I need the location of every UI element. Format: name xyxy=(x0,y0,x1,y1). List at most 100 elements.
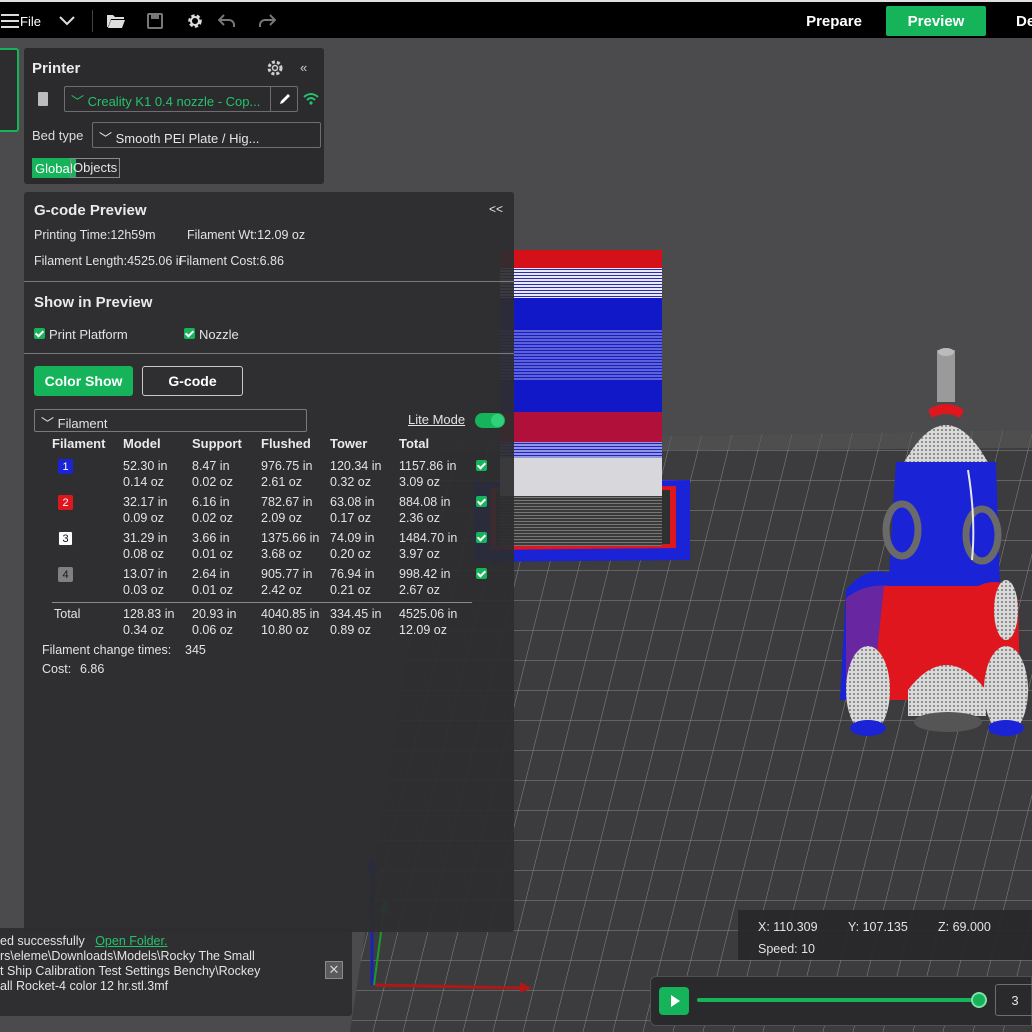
column-header: Total xyxy=(399,436,430,451)
chevron-down-icon: ﹀ xyxy=(41,416,58,431)
view-type-select[interactable]: ﹀ Filament xyxy=(34,409,307,432)
table-cell-tower: 0.17 oz xyxy=(330,511,372,525)
view-type-value: Filament xyxy=(57,416,108,431)
printer-panel: Printer « ﹀ Creality K1 0.4 nozzle - Cop… xyxy=(24,48,324,184)
tab-objects[interactable]: Objects xyxy=(70,158,121,178)
close-icon[interactable]: ✕ xyxy=(325,961,343,979)
filament-length: Filament Length:4525.06 in xyxy=(34,254,182,268)
printer-icon xyxy=(38,92,48,106)
total-cell-support: 0.06 oz xyxy=(192,623,234,637)
top-bar: File Prepare Preview Device xyxy=(0,0,1032,40)
printer-select[interactable]: ﹀ Creality K1 0.4 nozzle - Cop... xyxy=(64,86,298,112)
table-cell-total: 3.97 oz xyxy=(399,547,441,561)
table-cell-model: 32.17 in xyxy=(123,495,168,509)
open-folder-icon[interactable] xyxy=(104,2,128,40)
gcode-button[interactable]: G-code xyxy=(142,366,243,396)
play-icon[interactable] xyxy=(659,987,689,1015)
lite-mode-label[interactable]: Lite Mode xyxy=(408,412,465,427)
bed-type-select[interactable]: ﹀ Smooth PEI Plate / Hig... xyxy=(92,122,321,148)
filament-swatch[interactable]: 3 xyxy=(58,531,73,546)
chevron-down-icon: ﹀ xyxy=(71,94,88,109)
notification-path: rs\eleme\Downloads\Models\Rocky The Smal… xyxy=(0,949,255,963)
tab-prepare[interactable]: Prepare xyxy=(790,6,878,36)
filament-swatch[interactable]: 1 xyxy=(58,459,73,474)
open-folder-link[interactable]: Open Folder. xyxy=(95,934,167,948)
table-cell-support: 6.16 in xyxy=(192,495,230,509)
table-cell-support: 0.01 oz xyxy=(192,547,234,561)
wifi-icon[interactable] xyxy=(302,91,320,107)
filament-visible-checkbox[interactable] xyxy=(476,568,487,579)
slider-thumb[interactable] xyxy=(971,992,987,1008)
table-cell-flushed: 2.09 oz xyxy=(261,511,303,525)
z-coordinate: Z: 69.000 xyxy=(938,920,991,934)
nozzle-label: Nozzle xyxy=(199,327,239,342)
printing-time: Printing Time:12h59m xyxy=(34,228,156,242)
filament-swatch[interactable]: 2 xyxy=(58,495,73,510)
redo-icon[interactable] xyxy=(256,2,278,40)
notification-message: ed successfully xyxy=(0,934,85,948)
total-cell-flushed: 4040.85 in xyxy=(261,607,320,621)
total-cell-model: 0.34 oz xyxy=(123,623,165,637)
table-cell-model: 0.08 oz xyxy=(123,547,165,561)
menu-icon[interactable] xyxy=(0,2,20,40)
printer-settings-icon[interactable] xyxy=(265,58,285,78)
export-notification: ed successfully Open Folder. rs\eleme\Do… xyxy=(0,928,352,1016)
divider xyxy=(24,353,514,354)
total-label: Total xyxy=(54,607,81,621)
save-icon[interactable] xyxy=(144,2,166,40)
filament-swatch[interactable]: 4 xyxy=(58,567,73,582)
chevron-down-icon[interactable] xyxy=(56,2,78,40)
cost-value: 6.86 xyxy=(80,662,105,676)
table-cell-support: 8.47 in xyxy=(192,459,230,473)
table-cell-flushed: 2.42 oz xyxy=(261,583,303,597)
lite-mode-toggle[interactable] xyxy=(475,413,505,428)
printer-name: Creality K1 0.4 nozzle - Cop... xyxy=(87,94,261,109)
table-cell-total: 2.36 oz xyxy=(399,511,441,525)
total-cell-tower: 0.89 oz xyxy=(330,623,372,637)
tab-device[interactable]: Device xyxy=(1016,6,1032,36)
table-cell-support: 0.02 oz xyxy=(192,511,234,525)
print-platform-checkbox[interactable] xyxy=(34,328,45,339)
notification-path: t Ship Calibration Test Settings Benchy\… xyxy=(0,964,261,978)
table-cell-model: 31.29 in xyxy=(123,531,168,545)
printer-title: Printer xyxy=(32,60,81,77)
speed-readout: Speed: 10 xyxy=(758,942,815,956)
nozzle-checkbox[interactable] xyxy=(184,328,195,339)
speed-value-box[interactable]: 3 xyxy=(995,984,1032,1016)
filament-visible-checkbox[interactable] xyxy=(476,532,487,543)
x-coordinate: X: 110.309 xyxy=(758,920,818,934)
table-cell-tower: 74.09 in xyxy=(330,531,375,545)
column-header: Flushed xyxy=(261,436,311,451)
divider xyxy=(92,10,93,32)
filament-visible-checkbox[interactable] xyxy=(476,460,487,471)
column-header: Tower xyxy=(330,436,368,451)
table-cell-tower: 0.20 oz xyxy=(330,547,372,561)
table-cell-tower: 76.94 in xyxy=(330,567,375,581)
collapse-icon[interactable]: << xyxy=(489,202,503,216)
table-cell-total: 1484.70 in xyxy=(399,531,458,545)
file-menu[interactable]: File xyxy=(20,14,41,29)
table-cell-tower: 0.32 oz xyxy=(330,475,372,489)
table-cell-tower: 0.21 oz xyxy=(330,583,372,597)
y-coordinate: Y: 107.135 xyxy=(848,920,908,934)
slider-track[interactable] xyxy=(697,998,979,1002)
print-platform-label: Print Platform xyxy=(49,327,128,342)
color-show-button[interactable]: Color Show xyxy=(34,366,133,396)
table-cell-model: 0.14 oz xyxy=(123,475,165,489)
bed-type-label: Bed type xyxy=(32,128,84,143)
undo-icon[interactable] xyxy=(216,2,238,40)
gear-icon[interactable] xyxy=(184,2,206,40)
table-cell-total: 3.09 oz xyxy=(399,475,441,489)
table-cell-total: 998.42 in xyxy=(399,567,451,581)
edit-icon[interactable] xyxy=(270,87,298,111)
tab-preview[interactable]: Preview xyxy=(886,6,986,36)
filament-visible-checkbox[interactable] xyxy=(476,496,487,507)
sidebar-toggle[interactable] xyxy=(0,48,19,132)
gcode-preview-panel: G-code Preview << Printing Time:12h59m F… xyxy=(24,192,514,932)
total-cell-support: 20.93 in xyxy=(192,607,237,621)
table-cell-support: 0.02 oz xyxy=(192,475,234,489)
show-in-preview-title: Show in Preview xyxy=(34,294,153,311)
divider xyxy=(52,602,472,603)
collapse-icon[interactable]: « xyxy=(300,60,307,75)
table-cell-total: 1157.86 in xyxy=(399,459,457,473)
